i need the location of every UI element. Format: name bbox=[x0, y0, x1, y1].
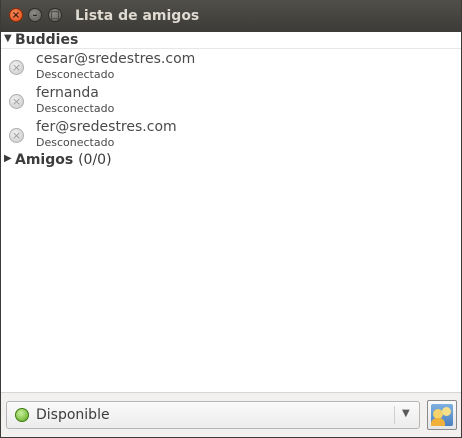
status-bar: Disponible ▼ bbox=[1, 392, 461, 437]
buddy-name: fernanda bbox=[36, 85, 99, 101]
minimize-window-button[interactable]: – bbox=[28, 8, 42, 22]
offline-icon: × bbox=[9, 128, 24, 143]
window-title: Lista de amigos bbox=[75, 8, 200, 24]
status-value: Disponible bbox=[36, 407, 110, 423]
expand-triangle-icon[interactable]: ▼ bbox=[4, 33, 12, 44]
status-selector[interactable]: Disponible ▼ bbox=[6, 401, 420, 429]
group-name: Buddies bbox=[15, 32, 79, 48]
buddy-row[interactable]: × cesar@sredestres.com Desconectado bbox=[1, 51, 461, 85]
buddy-list-window: × – □ Lista de amigos ▼ Buddies × cesar@… bbox=[0, 0, 462, 438]
buddy-row[interactable]: × fer@sredestres.com Desconectado bbox=[1, 119, 461, 153]
chevron-down-icon[interactable]: ▼ bbox=[402, 408, 410, 419]
buddy-row[interactable]: × fernanda Desconectado bbox=[1, 85, 461, 119]
available-icon bbox=[15, 408, 29, 422]
avatar-icon bbox=[431, 404, 453, 426]
buddy-list[interactable]: ▼ Buddies × cesar@sredestres.com Descone… bbox=[1, 32, 461, 392]
buddy-name: cesar@sredestres.com bbox=[36, 51, 196, 67]
maximize-window-button[interactable]: □ bbox=[48, 8, 62, 22]
avatar-person-head bbox=[442, 407, 451, 416]
close-window-button[interactable]: × bbox=[9, 8, 23, 22]
title-bar[interactable]: × – □ Lista de amigos bbox=[1, 0, 461, 32]
buddy-icon-button[interactable] bbox=[427, 400, 457, 430]
collapse-triangle-icon[interactable]: ▶ bbox=[4, 153, 12, 164]
buddy-status: Desconectado bbox=[36, 102, 115, 115]
avatar-person-body bbox=[431, 418, 445, 426]
buddy-status: Desconectado bbox=[36, 136, 115, 149]
dropdown-divider bbox=[394, 406, 395, 424]
group-divider bbox=[1, 48, 461, 49]
offline-icon: × bbox=[9, 60, 24, 75]
group-name-with-count: Amigos (0/0) bbox=[15, 152, 112, 168]
group-amigos[interactable]: ▶ Amigos (0/0) bbox=[1, 152, 461, 170]
group-name: Amigos bbox=[15, 152, 74, 168]
buddy-name: fer@sredestres.com bbox=[36, 119, 177, 135]
group-count: (0/0) bbox=[78, 152, 112, 168]
buddy-status: Desconectado bbox=[36, 68, 115, 81]
offline-icon: × bbox=[9, 94, 24, 109]
